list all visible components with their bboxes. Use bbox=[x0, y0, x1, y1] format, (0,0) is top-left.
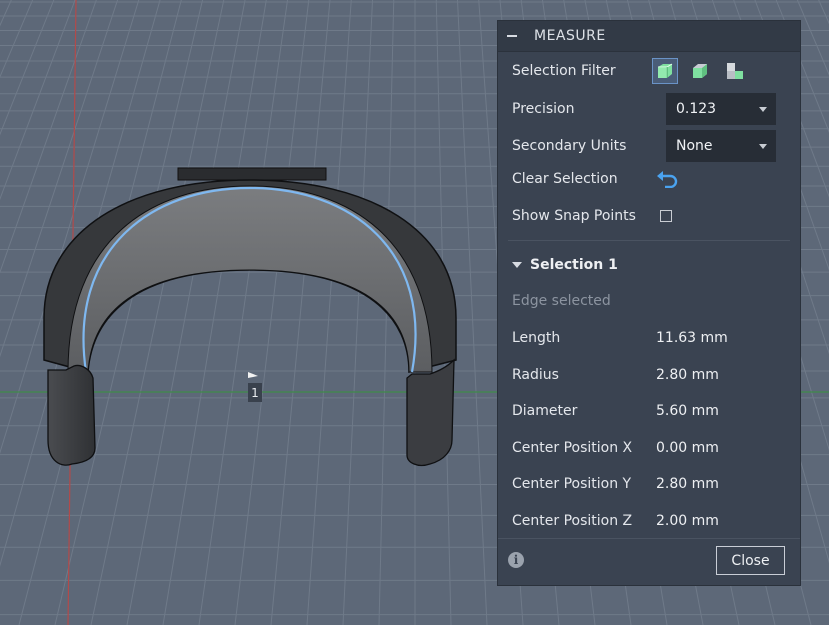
measurement-label: Diameter bbox=[512, 403, 578, 419]
divider bbox=[508, 240, 790, 241]
clear-selection-row: Clear Selection bbox=[512, 167, 790, 191]
measurement-value: 2.80 mm bbox=[656, 476, 719, 492]
secondary-units-value: None bbox=[676, 138, 713, 154]
measurement-label: Radius bbox=[512, 367, 559, 383]
undo-icon[interactable] bbox=[656, 170, 678, 188]
selection-status-row: Edge selected bbox=[512, 289, 790, 313]
chevron-down-icon bbox=[759, 107, 767, 112]
measurement-label: Center Position X bbox=[512, 440, 633, 456]
secondary-units-label: Secondary Units bbox=[512, 138, 627, 154]
measure-panel: MEASURE Selection Filter Precision 0.123… bbox=[497, 20, 801, 586]
triangle-down-icon[interactable] bbox=[512, 260, 522, 270]
precision-dropdown[interactable]: 0.123 bbox=[666, 93, 776, 125]
measurement-row: Center Position Y 2.80 mm bbox=[512, 472, 790, 496]
measurement-value: 11.63 mm bbox=[656, 330, 728, 346]
info-icon[interactable]: i bbox=[508, 552, 524, 568]
measurement-row: Length 11.63 mm bbox=[512, 326, 790, 350]
close-button[interactable]: Close bbox=[716, 546, 785, 575]
measurement-value: 2.00 mm bbox=[656, 513, 719, 529]
panel-header: MEASURE bbox=[498, 21, 800, 52]
clear-selection-label: Clear Selection bbox=[512, 171, 618, 187]
measurement-label: Length bbox=[512, 330, 561, 346]
precision-row: Precision 0.123 bbox=[512, 93, 790, 125]
show-snap-points-label: Show Snap Points bbox=[512, 208, 636, 224]
snap-points-row: Show Snap Points bbox=[512, 204, 790, 228]
show-snap-points-checkbox[interactable] bbox=[660, 210, 672, 222]
measurement-row: Diameter 5.60 mm bbox=[512, 399, 790, 423]
selection-status: Edge selected bbox=[512, 293, 611, 309]
selection-marker[interactable]: 1 bbox=[248, 383, 262, 402]
measurement-label: Center Position Z bbox=[512, 513, 633, 529]
selection-filter-row: Selection Filter bbox=[512, 58, 790, 84]
measurement-value: 2.80 mm bbox=[656, 367, 719, 383]
precision-value: 0.123 bbox=[676, 101, 717, 117]
precision-label: Precision bbox=[512, 101, 575, 117]
measurement-label: Center Position Y bbox=[512, 476, 632, 492]
collapse-icon[interactable] bbox=[507, 35, 517, 37]
selection-filter-label: Selection Filter bbox=[512, 63, 616, 79]
secondary-units-row: Secondary Units None bbox=[512, 130, 790, 162]
panel-footer: i Close bbox=[498, 538, 800, 585]
measurement-value: 0.00 mm bbox=[656, 440, 719, 456]
face-filter-icon[interactable] bbox=[687, 58, 713, 84]
measurement-row: Center Position X 0.00 mm bbox=[512, 436, 790, 460]
secondary-units-dropdown[interactable]: None bbox=[666, 130, 776, 162]
edge-filter-icon[interactable] bbox=[722, 58, 748, 84]
selection-section-header[interactable]: Selection 1 bbox=[512, 253, 790, 277]
panel-title: MEASURE bbox=[534, 28, 606, 44]
measurement-value: 5.60 mm bbox=[656, 403, 719, 419]
selection-title: Selection 1 bbox=[530, 257, 618, 273]
body-filter-icon[interactable] bbox=[652, 58, 678, 84]
chevron-down-icon bbox=[759, 144, 767, 149]
measurement-row: Radius 2.80 mm bbox=[512, 363, 790, 387]
measurement-row: Center Position Z 2.00 mm bbox=[512, 509, 790, 533]
